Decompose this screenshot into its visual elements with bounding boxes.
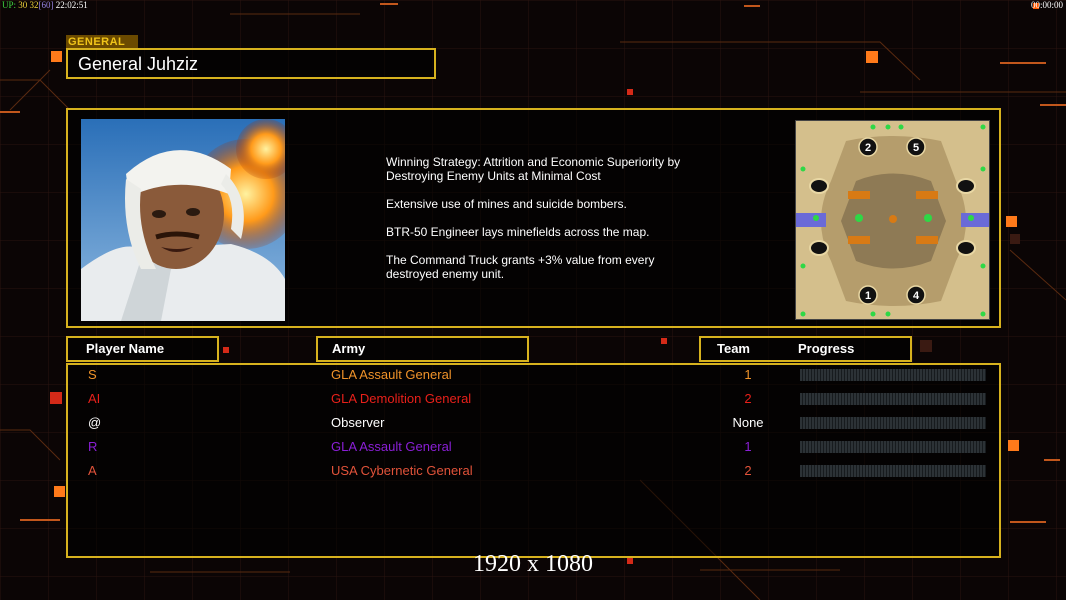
hud-stat-b: 30 [18, 0, 28, 10]
player-army: Observer [331, 415, 385, 430]
player-army: GLA Assault General [331, 439, 452, 454]
hud-stat-c: 32 [29, 0, 39, 10]
start-position-label: 5 [913, 142, 919, 154]
hud-clock: 00:00:00 [1030, 0, 1063, 10]
general-info-panel: Winning Strategy: Attrition and Economic… [66, 108, 1001, 328]
player-team: 2 [744, 391, 752, 406]
player-row: @ Observer None [68, 414, 1003, 438]
player-team: 2 [744, 463, 752, 478]
player-row: S GLA Assault General 1 [68, 366, 1003, 390]
description-line: The Command Truck grants +3% value from … [386, 253, 655, 281]
player-row: AI GLA Demolition General 2 [68, 390, 1003, 414]
header-army-label: Army [332, 341, 366, 356]
resolution-label: 1920 x 1080 [473, 551, 593, 577]
player-progress-bar [800, 393, 986, 405]
player-progress-bar [800, 417, 986, 429]
player-row: A USA Cybernetic General 2 [68, 462, 1003, 486]
general-portrait [81, 119, 285, 321]
description-line: Winning Strategy: Attrition and Economic… [386, 155, 681, 183]
player-name: A [88, 463, 97, 478]
hud-stats: UP: 30 32[60] 22:02:51 [2, 0, 88, 10]
player-progress-bar [800, 369, 986, 381]
description-line: BTR-50 Engineer lays minefields across t… [386, 225, 650, 239]
player-team: None [732, 415, 764, 430]
player-name: R [88, 439, 98, 454]
header-team-label: Team [717, 341, 750, 356]
player-army: USA Cybernetic General [331, 463, 473, 478]
player-name: S [88, 367, 97, 382]
hud-stat-d: [60] [38, 0, 54, 10]
player-progress-bar [800, 441, 986, 453]
player-army: GLA Demolition General [331, 391, 472, 406]
header-team-progress: Team Progress [699, 336, 912, 362]
hud-stat-a: UP: [2, 0, 17, 10]
hud-time: 22:02:51 [55, 0, 88, 10]
player-army: GLA Assault General [331, 367, 452, 382]
player-name: @ [88, 415, 102, 430]
general-description: Winning Strategy: Attrition and Economic… [386, 155, 746, 295]
header-progress-label: Progress [798, 341, 855, 356]
header-player-name: Player Name [66, 336, 219, 362]
general-title-box: General Juhziz [66, 48, 436, 79]
general-tag: GENERAL [66, 35, 138, 49]
header-army: Army [316, 336, 529, 362]
player-team: 1 [744, 439, 752, 454]
player-team: 1 [744, 367, 752, 382]
player-progress-bar [800, 465, 986, 477]
player-list: S GLA Assault General 1 AI GLA Demolition Ge… [66, 363, 1001, 558]
player-name: AI [88, 391, 101, 406]
player-row: R GLA Assault General 1 [68, 438, 1003, 462]
description-line: Extensive use of mines and suicide bombe… [386, 197, 627, 211]
start-position-label: 1 [865, 290, 871, 302]
start-position-label: 2 [865, 142, 871, 154]
general-name: General Juhziz [78, 54, 199, 74]
map-preview: 2 5 1 4 [795, 120, 990, 320]
start-position-label: 4 [913, 290, 920, 302]
header-player-name-label: Player Name [86, 341, 165, 356]
